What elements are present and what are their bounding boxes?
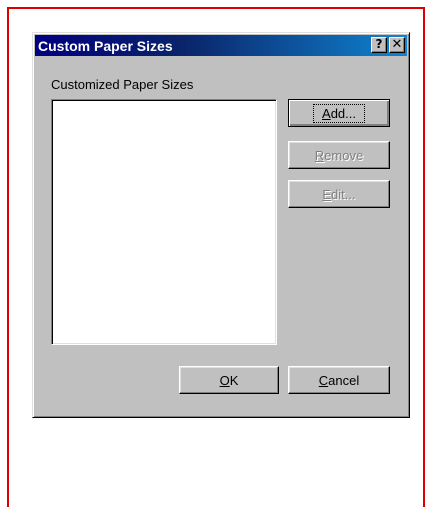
remove-button-label: Remove (315, 148, 363, 163)
paper-sizes-listbox[interactable] (51, 99, 277, 345)
cancel-button[interactable]: Cancel (288, 366, 390, 394)
remove-label-rest: emove (324, 147, 364, 163)
edit-button[interactable]: Edit... (288, 180, 390, 208)
ok-mnemonic: O (219, 372, 230, 388)
edit-mnemonic: E (322, 186, 332, 202)
remove-mnemonic: R (314, 147, 325, 163)
ok-button-label: OK (220, 373, 239, 388)
cancel-label-rest: ancel (328, 372, 360, 388)
dialog-title: Custom Paper Sizes (38, 37, 173, 54)
edit-button-label: Edit... (322, 187, 355, 202)
custom-paper-sizes-dialog: Custom Paper Sizes ? ✕ Customized Paper … (32, 32, 410, 418)
add-label-rest: dd... (330, 105, 356, 121)
cancel-mnemonic: C (318, 372, 329, 388)
add-button-label: Add... (313, 103, 365, 123)
ok-label-rest: K (229, 372, 239, 388)
help-icon[interactable]: ? (371, 37, 387, 53)
close-icon[interactable]: ✕ (389, 37, 405, 53)
title-bar[interactable]: Custom Paper Sizes ? ✕ (35, 35, 407, 56)
add-button[interactable]: Add... (288, 99, 390, 127)
customized-paper-sizes-label: Customized Paper Sizes (51, 77, 194, 92)
title-bar-buttons: ? ✕ (371, 37, 405, 53)
ok-button[interactable]: OK (179, 366, 279, 394)
cancel-button-label: Cancel (319, 373, 359, 388)
add-mnemonic: A (322, 105, 331, 121)
remove-button[interactable]: Remove (288, 141, 390, 169)
edit-label-rest: dit... (331, 186, 356, 202)
